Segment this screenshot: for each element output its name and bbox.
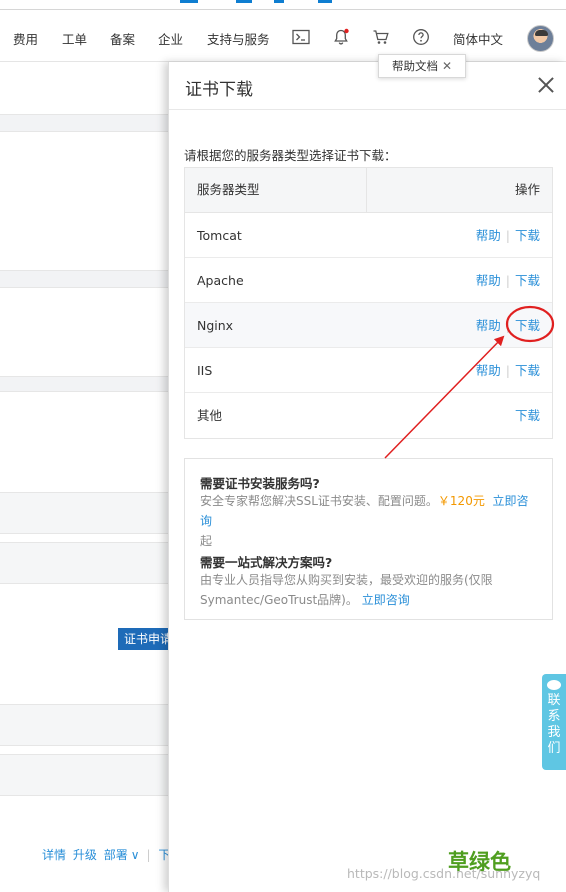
- drawer-title: 证书下载: [185, 80, 253, 100]
- download-link[interactable]: 下载: [515, 273, 540, 288]
- top-edge-fragment: [318, 0, 332, 3]
- section-band: [0, 754, 168, 796]
- background-page: [0, 62, 168, 892]
- details-link[interactable]: 详情: [42, 848, 66, 862]
- help-doc-tooltip: 帮助文档 ✕: [378, 54, 466, 78]
- install-service-title: 需要证书安装服务吗?: [200, 476, 320, 491]
- contact-us-label: 联系我们: [547, 693, 561, 756]
- section-band: [0, 492, 168, 534]
- help-link[interactable]: 帮助: [476, 273, 501, 288]
- consult-link[interactable]: 立即咨询: [362, 593, 410, 607]
- close-icon[interactable]: ✕: [442, 59, 452, 73]
- server-name: Tomcat: [197, 228, 242, 243]
- server-name: Apache: [197, 273, 244, 288]
- server-name: 其他: [197, 408, 223, 423]
- table-header: 服务器类型 操作: [185, 168, 552, 213]
- table-row: Nginx 帮助 | 下载: [185, 303, 552, 348]
- instruction-text: 请根据您的服务器类型选择证书下载：: [184, 148, 397, 163]
- drawer-header: 证书下载: [169, 62, 566, 110]
- section-band: [0, 270, 168, 288]
- help-link[interactable]: 帮助: [476, 363, 501, 378]
- nav-item-tickets[interactable]: 工单: [62, 29, 87, 48]
- user-avatar[interactable]: [527, 25, 554, 52]
- install-service-desc: 安全专家帮您解决SSL证书安装、配置问题。￥120元 立即咨询起: [200, 494, 529, 548]
- download-link[interactable]: 下载: [515, 228, 540, 243]
- upgrade-link[interactable]: 升级: [73, 848, 97, 862]
- section-band: [0, 114, 168, 132]
- top-edge: [0, 0, 566, 10]
- chat-icon: [547, 680, 561, 690]
- download-link[interactable]: 下载: [515, 408, 540, 423]
- server-name: IIS: [197, 363, 213, 378]
- table-row: IIS 帮助 | 下载: [185, 348, 552, 393]
- section-band: [0, 704, 168, 746]
- row-actions: 详情 升级 部署 ∨ | 下: [42, 848, 171, 862]
- table-row: Tomcat 帮助 | 下载: [185, 213, 552, 258]
- close-icon[interactable]: [535, 74, 557, 96]
- nav-item-fees[interactable]: 费用: [13, 29, 38, 48]
- service-promo-box: 需要证书安装服务吗? 安全专家帮您解决SSL证书安装、配置问题。￥120元 立即…: [184, 458, 553, 620]
- download-link[interactable]: 下载: [515, 363, 540, 378]
- tooltip-label: 帮助文档: [391, 59, 438, 73]
- install-service-price: ￥120元: [437, 494, 485, 508]
- server-type-table: 服务器类型 操作 Tomcat 帮助 | 下载 Apache 帮助 | 下载 Nginx…: [184, 167, 553, 439]
- chevron-down-icon[interactable]: ∨: [131, 848, 140, 862]
- table-row: 其他 下载: [185, 393, 552, 438]
- top-navbar: 费用 工单 备案 企业 支持与服务 简体中文: [0, 0, 566, 62]
- help-link[interactable]: 帮助: [476, 228, 501, 243]
- contact-us-tab[interactable]: 联系我们: [542, 674, 566, 770]
- top-edge-fragment: [236, 0, 252, 3]
- table-row: Apache 帮助 | 下载: [185, 258, 552, 303]
- help-icon[interactable]: [411, 27, 431, 47]
- section-band: [0, 376, 168, 392]
- certificate-apply-button[interactable]: 证书申请: [118, 628, 168, 650]
- top-edge-fragment: [180, 0, 198, 3]
- deploy-link[interactable]: 部署: [104, 848, 128, 862]
- language-switch[interactable]: 简体中文: [453, 29, 503, 48]
- nav-item-enterprise[interactable]: 企业: [158, 29, 183, 48]
- one-stop-desc: 由专业人员指导您从购买到安装，最受欢迎的服务(仅限Symantec/GeoTru…: [200, 573, 493, 607]
- one-stop-title: 需要一站式解决方案吗?: [200, 555, 333, 570]
- server-name: Nginx: [197, 318, 234, 333]
- top-edge-fragment: [274, 0, 284, 3]
- help-link[interactable]: 帮助: [476, 318, 501, 333]
- watermark-url: https://blog.csdn.net/sunnyzyq: [347, 866, 541, 881]
- nav-item-icp[interactable]: 备案: [110, 29, 135, 48]
- column-header-actions: 操作: [514, 182, 540, 197]
- certificate-download-drawer: 证书下载 请根据您的服务器类型选择证书下载： 服务器类型 操作 Tomcat 帮…: [168, 62, 566, 892]
- section-band: [0, 542, 168, 584]
- download-link-nginx[interactable]: 下载: [515, 318, 540, 333]
- cart-icon[interactable]: [371, 27, 391, 47]
- bell-icon[interactable]: [331, 27, 351, 47]
- nav-item-support[interactable]: 支持与服务: [207, 29, 270, 48]
- terminal-icon[interactable]: [291, 27, 311, 47]
- column-header-server: 服务器类型: [185, 168, 367, 212]
